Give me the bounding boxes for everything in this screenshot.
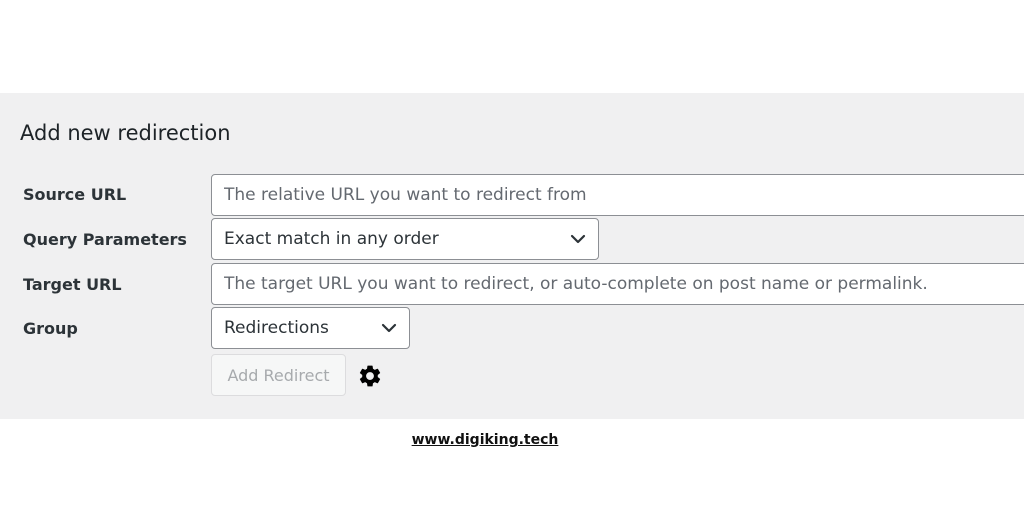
query-parameters-value: Exact match in any order [224, 229, 439, 249]
query-parameters-select[interactable]: Exact match in any order [211, 218, 599, 260]
target-url-label: Target URL [23, 275, 122, 294]
chevron-down-icon [570, 231, 586, 247]
query-parameters-label: Query Parameters [23, 230, 187, 249]
target-url-input[interactable] [211, 263, 1024, 305]
add-redirection-panel: Add new redirection Source URL Query Par… [0, 93, 1024, 419]
group-label: Group [23, 319, 78, 338]
group-value: Redirections [224, 318, 329, 338]
add-redirect-button[interactable]: Add Redirect [211, 354, 346, 396]
footer-website-link[interactable]: www.digiking.tech [0, 432, 970, 448]
source-url-label: Source URL [23, 185, 127, 204]
group-select[interactable]: Redirections [211, 307, 410, 349]
chevron-down-icon [381, 320, 397, 336]
panel-title: Add new redirection [20, 121, 231, 145]
gear-icon[interactable] [357, 363, 383, 389]
source-url-input[interactable] [211, 174, 1024, 216]
